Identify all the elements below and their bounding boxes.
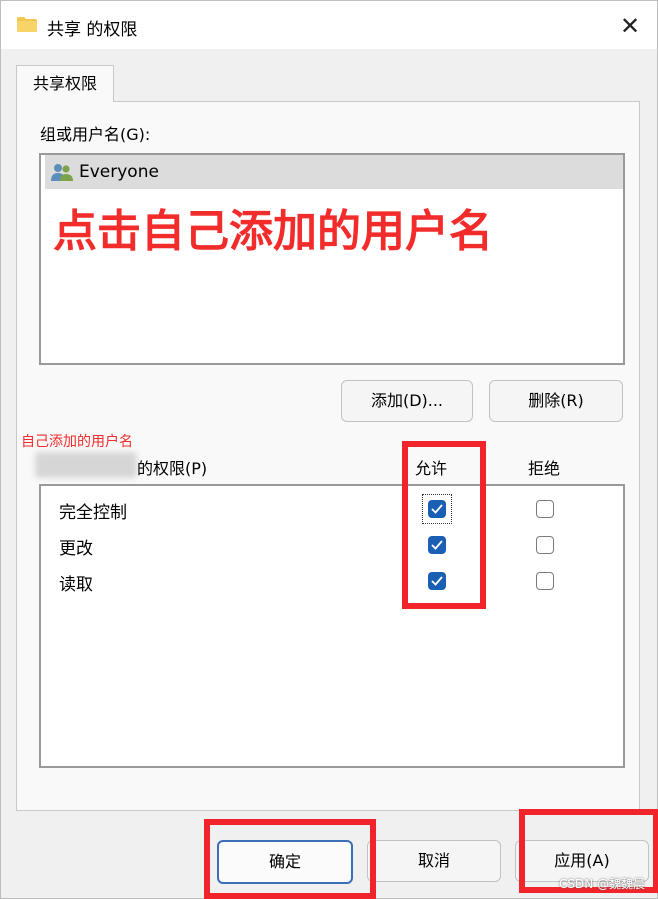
permission-full-control: 完全控制 — [59, 503, 127, 523]
cancel-button[interactable]: 取消 — [367, 840, 501, 882]
close-icon: ✕ — [619, 12, 641, 40]
user-name: Everyone — [79, 162, 159, 182]
watermark: CSDN @魏魏晨 — [558, 877, 645, 891]
user-row-everyone[interactable]: Everyone — [45, 155, 623, 189]
deny-header: 拒绝 — [528, 459, 561, 478]
permissions-label: 的权限(P) — [137, 459, 208, 478]
permission-change: 更改 — [59, 539, 93, 559]
window-title: 共享 的权限 — [47, 20, 138, 40]
title-bar: 共享 的权限 ✕ — [1, 1, 657, 49]
deny-read-checkbox[interactable] — [536, 572, 554, 590]
remove-button[interactable]: 删除(R) — [489, 380, 623, 422]
annotation-box-ok — [204, 819, 376, 899]
annotation-main: 点击自己添加的用户名 — [53, 206, 493, 257]
deny-full-control-checkbox[interactable] — [536, 500, 554, 518]
add-button[interactable]: 添加(D)... — [341, 380, 473, 422]
users-label: 组或用户名(G): — [40, 125, 151, 144]
tab-share-permissions[interactable]: 共享权限 — [16, 65, 114, 102]
blurred-username — [35, 452, 137, 478]
deny-change-checkbox[interactable] — [536, 536, 554, 554]
permission-read: 读取 — [59, 575, 93, 595]
annotation-box-allow — [402, 441, 486, 609]
close-button[interactable]: ✕ — [613, 9, 647, 43]
annotation-small: 自己添加的用户名 — [21, 434, 133, 450]
permissions-list — [39, 484, 625, 768]
users-listbox[interactable]: Everyone — [39, 153, 625, 365]
folder-icon — [17, 17, 37, 32]
share-permissions-dialog: 共享 的权限 ✕ 共享权限 组或用户名(G): Everyone 点击自己添加的… — [0, 0, 658, 899]
users-icon — [51, 164, 73, 181]
